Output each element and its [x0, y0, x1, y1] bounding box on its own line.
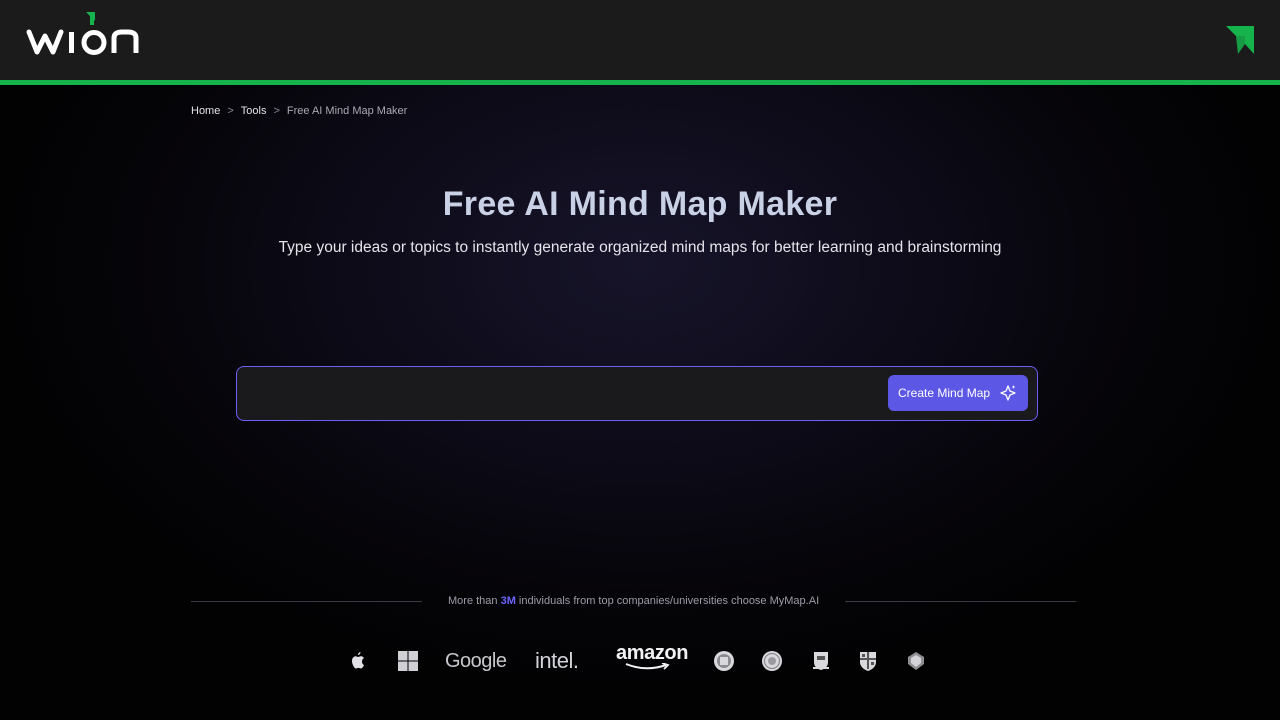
trust-text: More than 3M individuals from top compan…: [422, 595, 845, 607]
university-crest-2-icon: [858, 645, 878, 677]
amazon-logo-text: amazon: [616, 642, 689, 664]
idea-input-container: Create Mind Map: [236, 366, 1038, 421]
trust-highlight: 3M: [500, 595, 516, 607]
breadcrumb-current: Free AI Mind Map Maker: [286, 105, 408, 117]
microsoft-logo-icon: [397, 645, 419, 677]
university-seal-1-icon: [713, 645, 735, 677]
breadcrumb-home[interactable]: Home: [191, 105, 220, 117]
trust-row: More than 3M individuals from top compan…: [191, 593, 1083, 609]
green-arrow-icon[interactable]: [1226, 26, 1254, 54]
breadcrumb-separator: >: [273, 105, 280, 117]
breadcrumb-separator: >: [227, 105, 234, 117]
trust-prefix: More than: [448, 595, 501, 607]
page-subtitle: Type your ideas or topics to instantly g…: [278, 239, 1002, 256]
sparkle-icon: [1000, 385, 1016, 401]
wion-logo[interactable]: [26, 12, 158, 58]
idea-input[interactable]: [249, 375, 879, 411]
breadcrumb: Home > Tools > Free AI Mind Map Maker: [191, 105, 407, 117]
university-crest-1-icon: [811, 645, 831, 677]
university-crest-3-icon: [906, 645, 926, 677]
trust-suffix: individuals from top companies/universit…: [515, 595, 820, 607]
amazon-logo: amazon: [616, 642, 689, 677]
company-logos: Google intel. amazon: [340, 642, 940, 677]
divider-right: [845, 600, 1077, 602]
apple-logo-icon: [348, 645, 368, 677]
amazon-smile-icon: [625, 663, 670, 670]
intel-logo: intel.: [535, 648, 579, 673]
page-title: Free AI Mind Map Maker: [442, 185, 838, 223]
google-logo: Google: [445, 649, 507, 672]
main-content: Home > Tools > Free AI Mind Map Maker Fr…: [0, 85, 1280, 720]
top-bar: [0, 0, 1280, 80]
breadcrumb-tools[interactable]: Tools: [241, 105, 267, 117]
create-mind-map-button[interactable]: Create Mind Map: [888, 375, 1028, 411]
university-seal-2-icon: [761, 645, 783, 677]
create-mind-map-label: Create Mind Map: [898, 386, 991, 400]
divider-left: [191, 600, 422, 602]
